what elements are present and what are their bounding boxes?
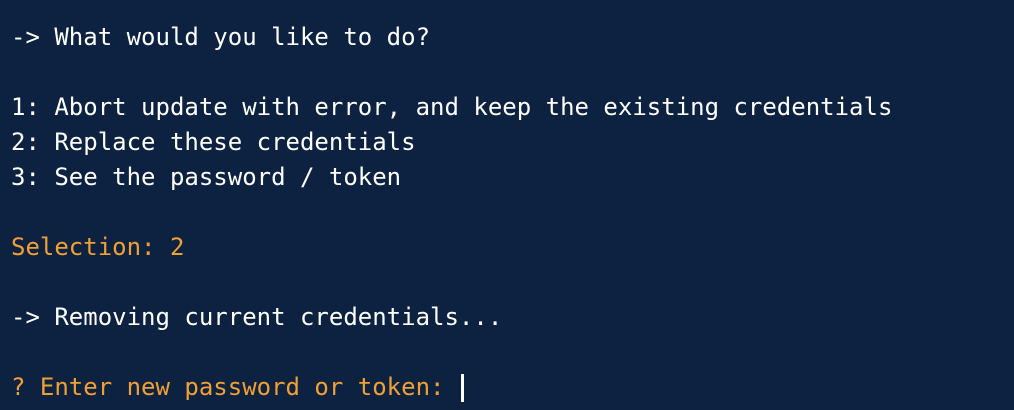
question-line: -> What would you like to do? [11,23,431,51]
option-replace: 2: Replace these credentials [11,128,416,156]
password-prompt-line[interactable]: ? Enter new password or token: [11,370,464,405]
terminal-window[interactable]: -> What would you like to do? 1: Abort u… [0,0,1014,410]
option-abort: 1: Abort update with error, and keep the… [11,93,893,121]
selection-line: Selection: 2 [11,233,185,261]
option-see-password: 3: See the password / token [11,163,402,191]
password-prompt-label: ? Enter new password or token: [11,373,459,401]
status-line: -> Removing current credentials... [11,303,503,331]
text-cursor[interactable] [460,373,464,402]
